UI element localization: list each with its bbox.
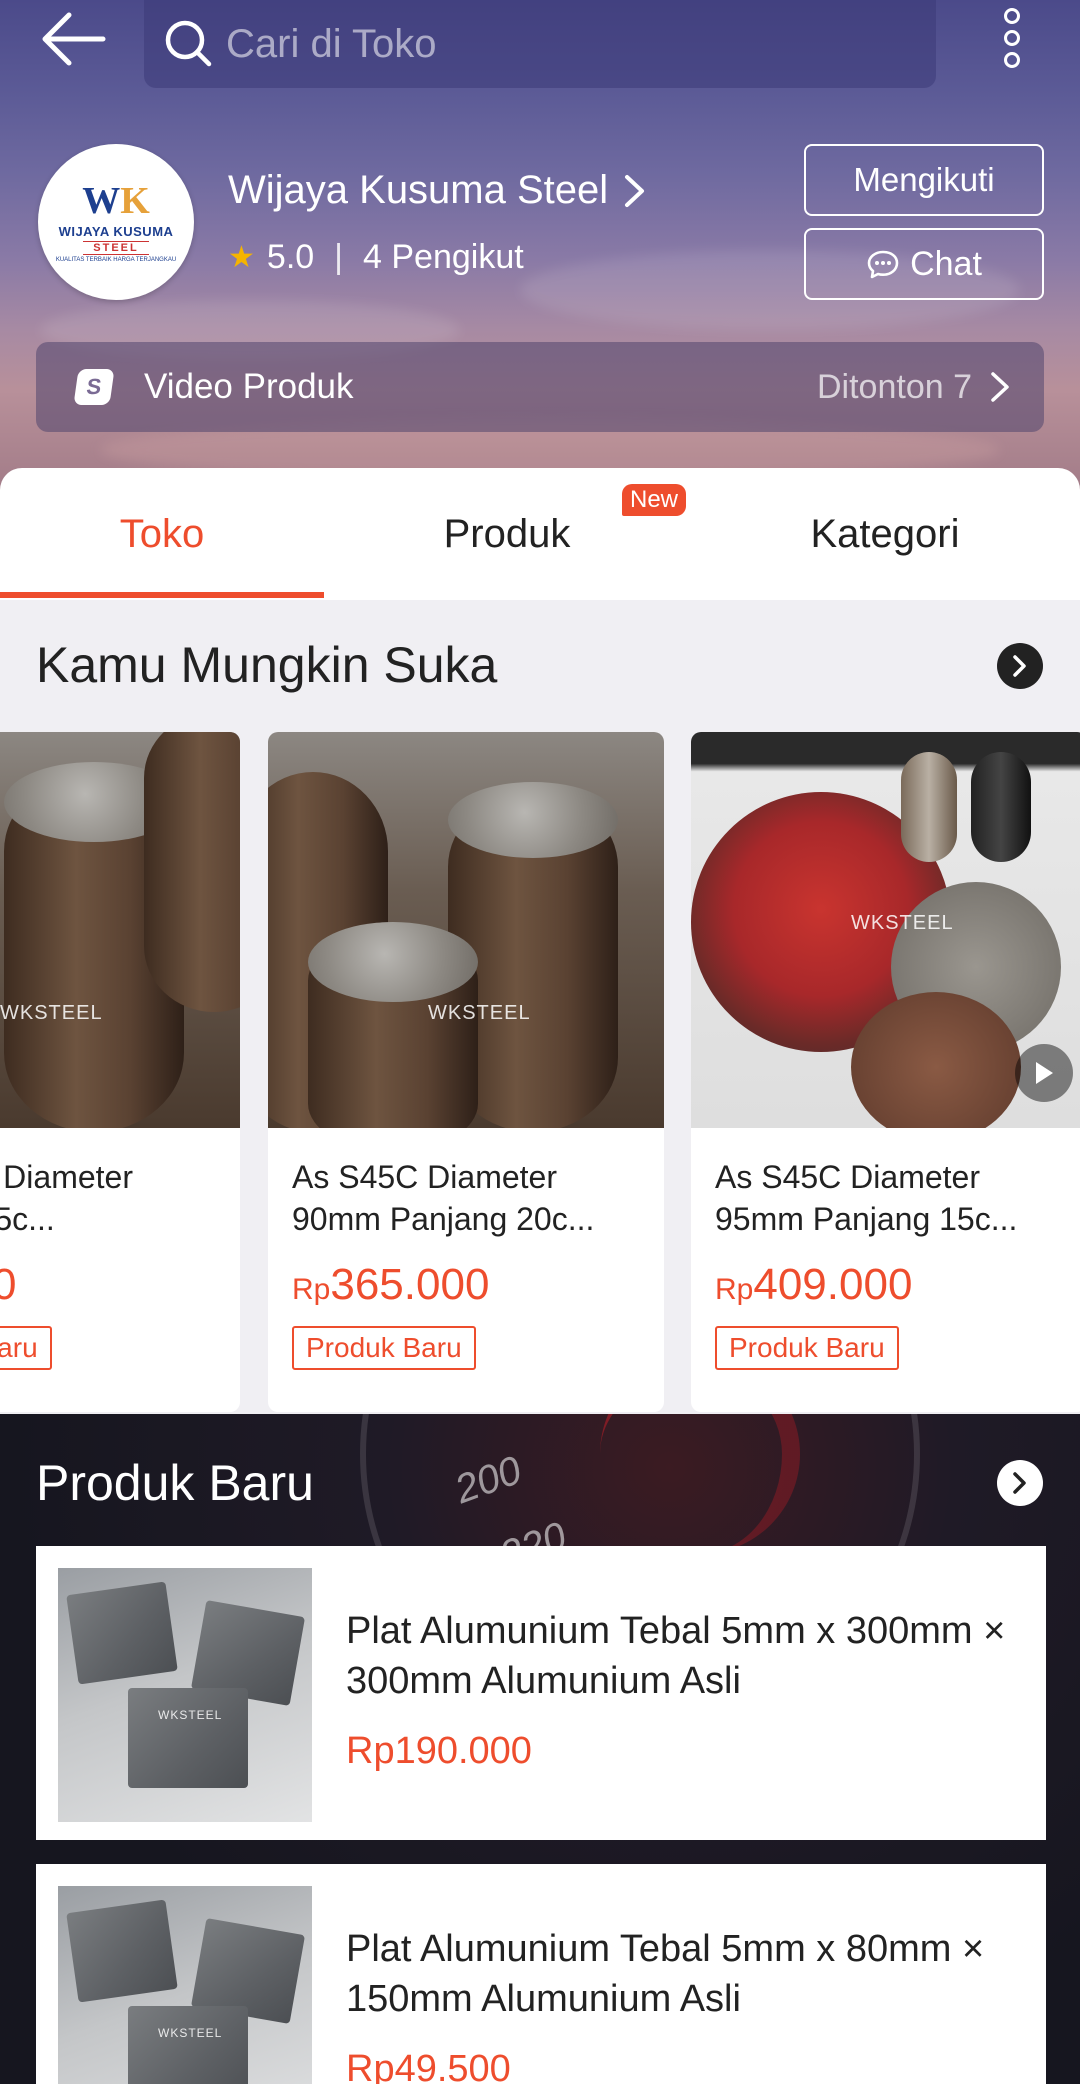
product-title: Plat Alumunium Tebal 5mm x 300mm × 300mm… — [346, 1610, 1006, 1702]
product-name: As S45C Diameter Panjang 5c... — [0, 1156, 228, 1240]
video-views: Ditonton 7 — [817, 368, 1010, 407]
video-product-icon: S — [73, 369, 115, 405]
product-name-line: As S45C Diameter — [0, 1159, 133, 1195]
more-dot-icon — [1004, 52, 1020, 68]
back-button[interactable] — [36, 4, 112, 74]
new-products-section: 200 220 Produk Baru WKSTEEL Plat Alumuni… — [0, 1414, 1080, 2084]
shop-header: Cari di Toko WK WIJAYA KUSUMA STEEL KUAL… — [0, 0, 1080, 500]
product-price: Rp...000 — [0, 1260, 16, 1310]
section-title-new-products: Produk Baru — [36, 1455, 314, 1511]
product-price: Rp190.000 — [346, 1730, 532, 1772]
watermark: WKSTEEL — [158, 1708, 223, 1722]
shop-name-link[interactable]: Wijaya Kusuma Steel — [228, 168, 646, 213]
follow-button-label: Mengikuti — [853, 161, 995, 198]
product-title: Plat Alumunium Tebal 5mm x 80mm × 150mm … — [346, 1928, 985, 2020]
list-item[interactable]: WKSTEEL Plat Alumunium Tebal 5mm x 300mm… — [36, 1546, 1046, 1840]
product-image: WKSTEEL — [0, 732, 240, 1128]
product-name-line: 90mm Panjang 20c... — [292, 1201, 595, 1237]
more-dot-icon — [1004, 30, 1020, 46]
watermark: WKSTEEL — [851, 912, 954, 934]
product-price: Rp365.000 — [292, 1260, 489, 1310]
section-title-recommend: Kamu Mungkin Suka — [36, 637, 498, 693]
chat-button[interactable]: Chat — [804, 228, 1044, 300]
new-product-tag: Produk Baru — [715, 1326, 899, 1370]
plate-shape — [128, 2006, 248, 2084]
steel-bar-shape — [308, 922, 478, 1002]
shop-logo-tagline: KUALITAS TERBAIK HARGA TERJANGKAU — [55, 256, 177, 263]
product-price: Rp409.000 — [715, 1260, 912, 1310]
product-image: WKSTEEL — [58, 1568, 312, 1822]
product-image: WKSTEEL — [691, 732, 1080, 1128]
product-name: As S45C Diameter 95mm Panjang 15c... — [715, 1156, 1075, 1240]
watermark: WKSTEEL — [158, 2026, 223, 2040]
plate-shape — [128, 1688, 248, 1788]
back-arrow-icon — [42, 12, 106, 66]
search-input[interactable]: Cari di Toko — [144, 0, 936, 88]
currency: Rp — [292, 1273, 331, 1306]
chevron-right-icon — [991, 372, 1009, 402]
chevron-right-icon — [625, 174, 645, 207]
search-placeholder: Cari di Toko — [226, 21, 437, 66]
shop-name: Wijaya Kusuma Steel — [228, 168, 609, 212]
watermark: WKSTEEL — [0, 1002, 103, 1024]
follow-button[interactable]: Mengikuti — [804, 144, 1044, 216]
more-dot-icon — [1004, 8, 1020, 24]
price-value: ...000 — [0, 1260, 17, 1309]
product-name-line: As S45C Diameter — [292, 1159, 557, 1195]
divider: | — [334, 238, 344, 276]
video-product-bar[interactable]: S Video Produk Ditonton 7 — [36, 342, 1044, 432]
product-name-line: 95mm Panjang 15c... — [715, 1201, 1018, 1237]
watermark: WKSTEEL — [428, 1002, 531, 1024]
see-more-new-products-button[interactable] — [997, 1460, 1043, 1506]
currency: Rp — [715, 1273, 754, 1306]
shop-avatar[interactable]: WK WIJAYA KUSUMA STEEL KUALITAS TERBAIK … — [38, 144, 194, 300]
shop-followers: 4 Pengikut — [363, 238, 524, 276]
steel-bar-shape — [144, 732, 240, 1012]
product-card[interactable]: WKSTEEL As S45C Diameter Panjang 5c... R… — [0, 732, 240, 1412]
steel-bar-shape — [448, 782, 618, 858]
shop-stats: ★ 5.0 | 4 Pengikut — [228, 238, 524, 277]
video-play-icon — [1015, 1044, 1073, 1102]
shop-logo-mark: WK — [82, 179, 150, 222]
product-card[interactable]: WKSTEEL As S45C Diameter 90mm Panjang 20… — [268, 732, 664, 1412]
star-icon: ★ — [228, 241, 255, 274]
chevron-right-icon — [1013, 655, 1026, 677]
active-tab-indicator — [0, 592, 324, 598]
shop-rating: 5.0 — [266, 238, 315, 276]
steel-bar-shape — [901, 752, 957, 862]
shop-tabs: Toko Produk Kategori — [0, 468, 1080, 600]
video-product-label: Video Produk — [144, 367, 354, 406]
product-image: WKSTEEL — [268, 732, 664, 1128]
search-icon — [165, 20, 212, 67]
chevron-right-icon — [1013, 1472, 1026, 1494]
product-card[interactable]: WKSTEEL As S45C Diameter 95mm Panjang 15… — [691, 732, 1080, 1412]
see-more-recommend-button[interactable] — [997, 643, 1043, 689]
price-value: 365.000 — [330, 1260, 490, 1309]
new-product-tag: Produk Baru — [0, 1326, 52, 1370]
tab-toko[interactable]: Toko — [0, 468, 324, 600]
product-price: Rp49.500 — [346, 2048, 511, 2084]
product-image: WKSTEEL — [58, 1886, 312, 2084]
recommend-carousel[interactable]: WKSTEEL As S45C Diameter Panjang 5c... R… — [0, 732, 1080, 1412]
product-name: As S45C Diameter 90mm Panjang 20c... — [292, 1156, 652, 1240]
product-name-line: As S45C Diameter — [715, 1159, 980, 1195]
plate-shape — [66, 1899, 178, 2003]
shop-logo-text: STEEL — [83, 240, 149, 255]
chat-icon — [867, 250, 899, 279]
product-name-line: Panjang 5c... — [0, 1201, 55, 1237]
list-item[interactable]: WKSTEEL Plat Alumunium Tebal 5mm x 80mm … — [36, 1864, 1046, 2084]
plate-shape — [66, 1581, 178, 1685]
play-icon — [1036, 1062, 1053, 1084]
video-views-text: Ditonton 7 — [817, 367, 972, 406]
more-options-button[interactable] — [990, 0, 1034, 76]
tab-kategori[interactable]: Kategori — [760, 468, 1010, 600]
shop-logo-text: WIJAYA KUSUMA — [58, 223, 174, 239]
steel-bar-shape — [971, 752, 1031, 862]
new-badge: New — [622, 484, 687, 516]
tab-produk[interactable]: Produk — [370, 468, 644, 600]
chat-button-label: Chat — [910, 244, 982, 283]
price-value: 409.000 — [753, 1260, 913, 1309]
new-product-tag: Produk Baru — [292, 1326, 476, 1370]
